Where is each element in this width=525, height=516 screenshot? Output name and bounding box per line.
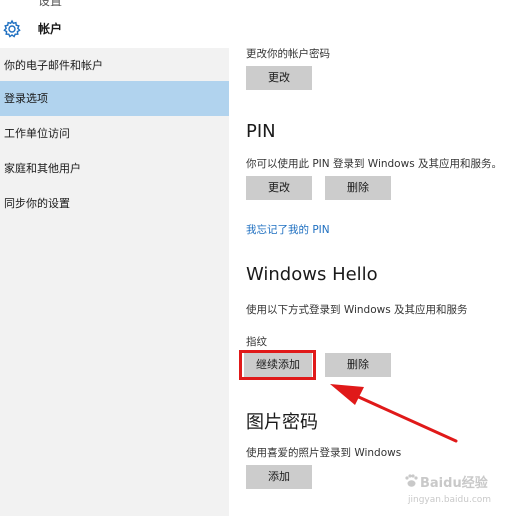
page-title: 帐户	[38, 22, 63, 36]
sidebar-item-work-access[interactable]: 工作单位访问	[0, 116, 229, 151]
sidebar-item-family-other-users[interactable]: 家庭和其他用户	[0, 151, 229, 186]
sidebar-item-sync-settings[interactable]: 同步你的设置	[0, 186, 229, 221]
baidu-paw-icon	[405, 474, 418, 487]
password-description: 更改你的帐户密码	[246, 48, 330, 60]
delete-pin-button[interactable]: 删除	[325, 176, 391, 200]
sidebar-item-sign-in-options[interactable]: 登录选项	[0, 81, 229, 116]
forgot-pin-link[interactable]: 我忘记了我的 PIN	[246, 222, 330, 237]
add-picture-password-button[interactable]: 添加	[246, 465, 312, 489]
title-bar: 设置 帐户	[0, 0, 525, 48]
picture-password-description: 使用喜爱的照片登录到 Windows	[246, 447, 402, 459]
sidebar-item-email-accounts[interactable]: 你的电子邮件和帐户	[0, 48, 229, 83]
windows-hello-description: 使用以下方式登录到 Windows 及其应用和服务	[246, 304, 468, 316]
sidebar: 你的电子邮件和帐户 登录选项 工作单位访问 家庭和其他用户 同步你的设置	[0, 48, 229, 516]
watermark-text: Baidu经验	[420, 476, 488, 491]
change-pin-button[interactable]: 更改	[246, 176, 312, 200]
main-content: 更改你的帐户密码 更改 PIN 你可以使用此 PIN 登录到 Windows 及…	[229, 48, 525, 516]
delete-fingerprint-button[interactable]: 删除	[325, 353, 391, 377]
baidu-watermark: Baidu经验 jingyan.baidu.com	[404, 470, 522, 514]
watermark-url: jingyan.baidu.com	[408, 495, 492, 505]
change-password-button[interactable]: 更改	[246, 66, 312, 90]
pin-heading: PIN	[246, 121, 276, 142]
fingerprint-label: 指纹	[246, 336, 267, 348]
picture-password-heading: 图片密码	[246, 412, 318, 433]
window-title-cut: 设置	[38, 0, 63, 8]
pin-description: 你可以使用此 PIN 登录到 Windows 及其应用和服务。	[246, 158, 503, 170]
windows-hello-heading: Windows Hello	[246, 264, 378, 285]
continue-add-fingerprint-button[interactable]: 继续添加	[244, 353, 312, 377]
gear-icon	[3, 19, 21, 38]
